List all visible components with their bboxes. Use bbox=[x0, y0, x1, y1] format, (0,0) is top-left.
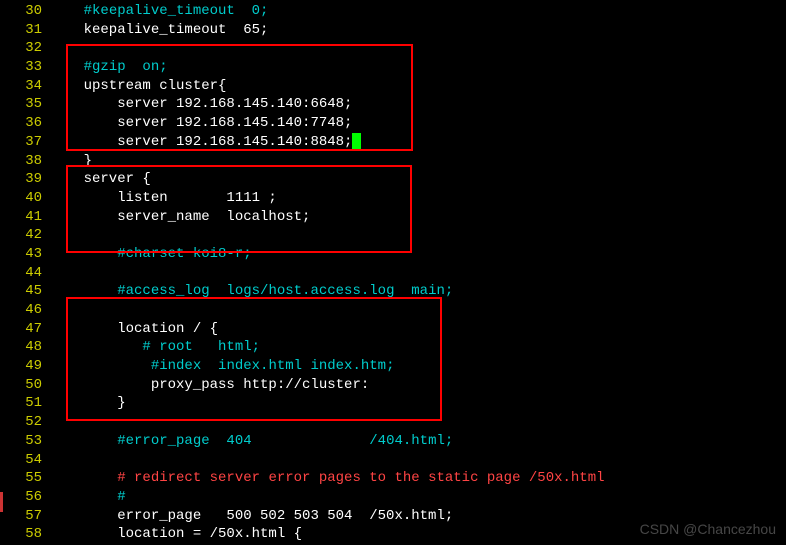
code-token: server 192.168.145.140:8848; bbox=[50, 134, 352, 150]
line-number: 42 bbox=[0, 226, 42, 245]
line-number: 56 bbox=[0, 488, 42, 507]
code-token: server 192.168.145.140:6648; bbox=[50, 96, 352, 112]
line-number: 41 bbox=[0, 208, 42, 227]
code-token: proxy_pass http://cluster: bbox=[50, 377, 369, 393]
code-line[interactable] bbox=[50, 39, 786, 58]
code-line[interactable]: # redirect server error pages to the sta… bbox=[50, 469, 786, 488]
code-line[interactable]: #gzip on; bbox=[50, 58, 786, 77]
line-number: 31 bbox=[0, 21, 42, 40]
code-line[interactable]: # root html; bbox=[50, 338, 786, 357]
code-line[interactable]: proxy_pass http://cluster: bbox=[50, 376, 786, 395]
line-number: 30 bbox=[0, 2, 42, 21]
line-number: 52 bbox=[0, 413, 42, 432]
line-number: 44 bbox=[0, 264, 42, 283]
line-number: 49 bbox=[0, 357, 42, 376]
code-token: #keepalive_timeout 0; bbox=[84, 3, 269, 19]
line-number: 51 bbox=[0, 394, 42, 413]
text-cursor bbox=[352, 133, 361, 150]
line-number: 54 bbox=[0, 451, 42, 470]
code-line[interactable]: #error_page 404 /404.html; bbox=[50, 432, 786, 451]
code-line[interactable]: # bbox=[50, 488, 786, 507]
left-marker bbox=[0, 492, 3, 512]
line-number: 38 bbox=[0, 152, 42, 171]
code-token: server 192.168.145.140:7748; bbox=[50, 115, 352, 131]
line-number: 37 bbox=[0, 133, 42, 152]
line-number: 39 bbox=[0, 170, 42, 189]
line-number-gutter: 3031323334353637383940414243444546474849… bbox=[0, 2, 50, 544]
code-line[interactable]: keepalive_timeout 65; bbox=[50, 21, 786, 40]
code-token bbox=[50, 470, 117, 486]
line-number: 33 bbox=[0, 58, 42, 77]
code-token: } bbox=[50, 395, 126, 411]
code-line[interactable]: server_name localhost; bbox=[50, 208, 786, 227]
line-number: 58 bbox=[0, 525, 42, 544]
code-line[interactable]: listen 1111 ; bbox=[50, 189, 786, 208]
code-line[interactable]: } bbox=[50, 394, 786, 413]
code-line[interactable]: server 192.168.145.140:8848; bbox=[50, 133, 786, 152]
code-token bbox=[50, 59, 84, 75]
code-token bbox=[50, 246, 117, 262]
code-token: #charset koi8-r; bbox=[117, 246, 251, 262]
code-token: keepalive_timeout 65; bbox=[50, 22, 268, 38]
code-token: #error_page 404 /404.html; bbox=[117, 433, 453, 449]
code-line[interactable]: upstream cluster{ bbox=[50, 77, 786, 96]
line-number: 35 bbox=[0, 95, 42, 114]
code-line[interactable]: } bbox=[50, 152, 786, 171]
code-token: upstream cluster{ bbox=[50, 78, 226, 94]
line-number: 45 bbox=[0, 282, 42, 301]
code-line[interactable]: server 192.168.145.140:6648; bbox=[50, 95, 786, 114]
code-line[interactable]: location / { bbox=[50, 320, 786, 339]
code-token: # bbox=[117, 489, 125, 505]
code-line[interactable]: #keepalive_timeout 0; bbox=[50, 2, 786, 21]
line-number: 34 bbox=[0, 77, 42, 96]
code-token: #gzip on; bbox=[84, 59, 168, 75]
code-token bbox=[50, 433, 117, 449]
line-number: 40 bbox=[0, 189, 42, 208]
code-area[interactable]: #keepalive_timeout 0; keepalive_timeout … bbox=[50, 2, 786, 544]
line-number: 57 bbox=[0, 507, 42, 526]
code-token: #access_log logs/host.access.log main; bbox=[117, 283, 453, 299]
code-token: # root html; bbox=[142, 339, 260, 355]
code-token: } bbox=[50, 153, 92, 169]
code-line[interactable] bbox=[50, 264, 786, 283]
line-number: 48 bbox=[0, 338, 42, 357]
line-number: 50 bbox=[0, 376, 42, 395]
line-number: 32 bbox=[0, 39, 42, 58]
code-editor: 3031323334353637383940414243444546474849… bbox=[0, 0, 786, 544]
code-token bbox=[50, 283, 117, 299]
line-number: 43 bbox=[0, 245, 42, 264]
code-token bbox=[50, 489, 117, 505]
code-line[interactable]: #access_log logs/host.access.log main; bbox=[50, 282, 786, 301]
line-number: 36 bbox=[0, 114, 42, 133]
code-token: # redirect server error pages to the sta… bbox=[117, 470, 604, 486]
code-line[interactable]: #charset koi8-r; bbox=[50, 245, 786, 264]
line-number: 46 bbox=[0, 301, 42, 320]
line-number: 55 bbox=[0, 469, 42, 488]
code-token: server { bbox=[50, 171, 151, 187]
watermark: CSDN @Chancezhou bbox=[640, 520, 776, 539]
code-token bbox=[50, 3, 84, 19]
code-token: error_page 500 502 503 504 /50x.html; bbox=[50, 508, 453, 524]
code-token bbox=[50, 339, 142, 355]
line-number: 53 bbox=[0, 432, 42, 451]
code-token: server_name localhost; bbox=[50, 209, 310, 225]
code-line[interactable] bbox=[50, 301, 786, 320]
code-line[interactable]: #index index.html index.htm; bbox=[50, 357, 786, 376]
code-token: location / { bbox=[50, 321, 218, 337]
code-token: #index index.html index.htm; bbox=[151, 358, 395, 374]
code-line[interactable]: server { bbox=[50, 170, 786, 189]
code-line[interactable] bbox=[50, 451, 786, 470]
line-number: 47 bbox=[0, 320, 42, 339]
code-token: location = /50x.html { bbox=[50, 526, 302, 542]
code-token bbox=[50, 358, 151, 374]
code-token: listen 1111 ; bbox=[50, 190, 277, 206]
code-line[interactable] bbox=[50, 226, 786, 245]
code-line[interactable]: server 192.168.145.140:7748; bbox=[50, 114, 786, 133]
code-line[interactable] bbox=[50, 413, 786, 432]
